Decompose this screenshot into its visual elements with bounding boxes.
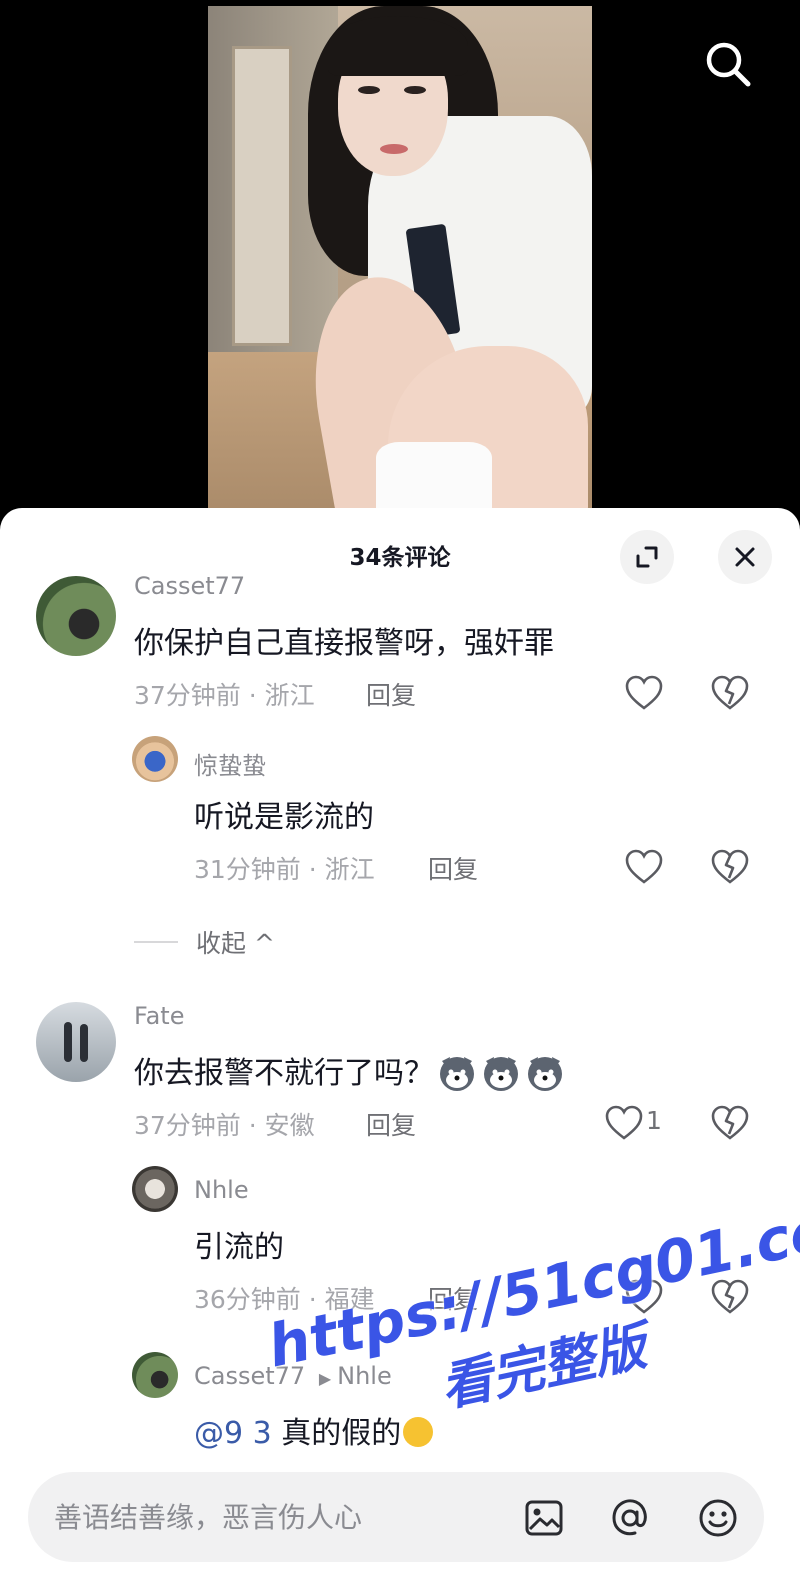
comment-input[interactable] [54, 1494, 524, 1540]
broken-heart-icon [711, 849, 749, 884]
avatar[interactable] [132, 1166, 178, 1212]
avatar[interactable] [132, 1352, 178, 1398]
reply-button[interactable]: 回复 [428, 850, 478, 886]
reply-to-username[interactable]: Nhle [337, 1362, 392, 1390]
heart-icon [625, 675, 663, 710]
image-icon[interactable] [522, 1496, 566, 1540]
avatar[interactable] [132, 736, 178, 782]
mention-link[interactable]: @9 3 [194, 1416, 272, 1451]
like-button[interactable] [604, 1104, 648, 1144]
comment-text: 听说是影流的 [194, 800, 374, 835]
expand-icon [636, 546, 658, 568]
broken-heart-icon [711, 675, 749, 710]
video-player[interactable] [0, 0, 800, 530]
like-button[interactable] [624, 1278, 668, 1318]
heart-icon [605, 1105, 643, 1140]
comment-text: 你保护自己直接报警呀，强奸罪 [134, 626, 554, 661]
comment-meta: 37分钟前 · 安徽 [134, 1111, 315, 1140]
search-icon[interactable] [700, 36, 756, 92]
comment-input-bar [28, 1472, 764, 1562]
comment-text: 你去报警不就行了吗？ [134, 1048, 566, 1092]
comment-text: 引流的 [194, 1230, 284, 1265]
avatar[interactable] [36, 1002, 116, 1082]
reply-button[interactable]: 回复 [366, 1106, 416, 1142]
divider [134, 941, 178, 943]
dislike-button[interactable] [710, 1278, 754, 1318]
like-button[interactable] [624, 674, 668, 714]
comment-username[interactable]: Casset77 [134, 572, 245, 600]
collapse-replies-button[interactable]: 收起 ^ [134, 924, 275, 960]
close-button[interactable] [718, 530, 772, 584]
comment-text: @9 3 真的假的 [194, 1408, 434, 1452]
reply-arrow-icon: ▶ [318, 1369, 332, 1388]
dog-emoji-icon [528, 1057, 562, 1091]
expand-button[interactable] [620, 530, 674, 584]
at-icon[interactable] [608, 1496, 652, 1540]
emoji-icon[interactable] [696, 1496, 740, 1540]
like-button[interactable] [624, 848, 668, 888]
collapse-label: 收起 ^ [196, 929, 275, 958]
like-count: 1 [646, 1106, 662, 1135]
reply-button[interactable]: 回复 [366, 676, 416, 712]
video-frame [208, 6, 592, 522]
reply-button[interactable]: 回复 [428, 1280, 478, 1316]
dislike-button[interactable] [710, 674, 754, 714]
heart-icon [625, 849, 663, 884]
dog-emoji-icon [484, 1057, 518, 1091]
dog-emoji-icon [440, 1057, 474, 1091]
dislike-button[interactable] [710, 1104, 754, 1144]
sheet-header: 34条评论 [0, 508, 800, 584]
comment-username[interactable]: Casset77 [194, 1362, 305, 1390]
comment-meta: 36分钟前 · 福建 [194, 1285, 375, 1314]
grinning-emoji-icon [403, 1417, 434, 1447]
broken-heart-icon [711, 1105, 749, 1140]
broken-heart-icon [711, 1279, 749, 1314]
comment-meta: 37分钟前 · 浙江 [134, 681, 315, 710]
heart-icon [625, 1279, 663, 1314]
avatar[interactable] [36, 576, 116, 656]
close-icon [735, 547, 755, 567]
comment-meta: 31分钟前 · 浙江 [194, 855, 375, 884]
comment-count-title: 34条评论 [349, 545, 451, 571]
comment-username[interactable]: 惊蛰蛰 [194, 746, 266, 781]
dislike-button[interactable] [710, 848, 754, 888]
reply-header: Casset77 ▶ Nhle [194, 1362, 392, 1390]
comment-username[interactable]: Fate [134, 1002, 184, 1030]
comment-sheet: 34条评论 Casset77 你保护自己直接报警呀，强奸罪 37分钟前 · 浙江… [0, 508, 800, 1590]
comment-username[interactable]: Nhle [194, 1176, 249, 1204]
